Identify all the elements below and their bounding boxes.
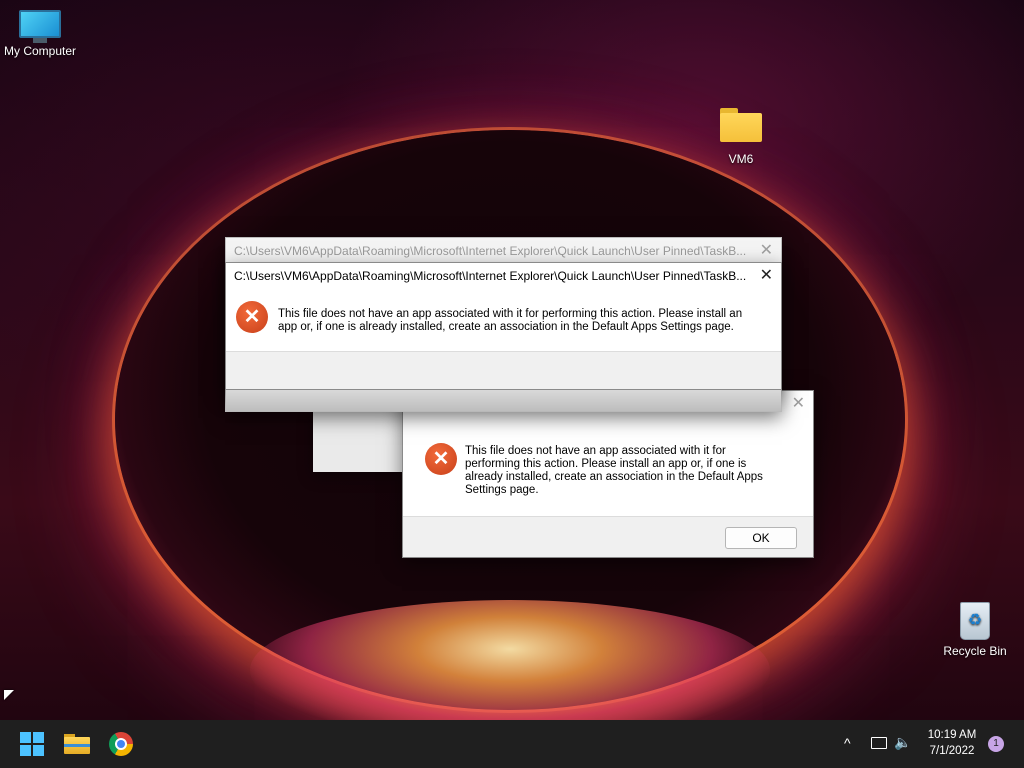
desktop-icon-recycle-bin[interactable]: ♻ Recycle Bin xyxy=(935,598,1015,658)
dialog-title: C:\Users\VM6\AppData\Roaming\Microsoft\I… xyxy=(234,269,747,283)
chrome-icon[interactable] xyxy=(109,732,133,756)
message-dialog-lower: ✕ ✕ This file does not have an app assoc… xyxy=(402,390,814,558)
notification-badge[interactable]: 1 xyxy=(988,736,1004,752)
tray-chevron-icon[interactable]: ^ xyxy=(844,735,851,751)
dialog-back-footer xyxy=(226,390,781,411)
clock-time: 10:19 AM xyxy=(927,729,977,741)
network-icon[interactable] xyxy=(871,737,887,749)
windows-start-icon[interactable] xyxy=(20,732,44,756)
ghost-window-trail xyxy=(313,410,405,472)
monitor-icon xyxy=(19,10,61,43)
recycle-bin-icon: ♻ xyxy=(957,598,993,640)
mouse-cursor xyxy=(4,690,14,700)
dialog-footer: OK xyxy=(403,516,813,557)
close-icon[interactable]: ✕ xyxy=(760,263,773,289)
close-icon[interactable]: ✕ xyxy=(792,393,805,415)
folder-icon xyxy=(720,108,762,142)
desktop-icon-label: VM6 xyxy=(728,152,754,166)
dialog-message: This file does not have an app associate… xyxy=(465,445,763,496)
ok-button[interactable]: OK xyxy=(725,527,797,549)
message-dialog-front: C:\Users\VM6\AppData\Roaming\Microsoft\I… xyxy=(225,262,782,390)
desktop-icon-my-computer[interactable]: My Computer xyxy=(0,10,80,58)
desktop-icon-label: My Computer xyxy=(3,44,77,58)
error-icon: ✕ xyxy=(236,301,268,333)
volume-icon[interactable]: 🔈 xyxy=(894,734,911,751)
clock-date: 7/1/2022 xyxy=(929,745,975,757)
dialog-title: C:\Users\VM6\AppData\Roaming\Microsoft\I… xyxy=(234,244,747,258)
error-icon: ✕ xyxy=(425,443,457,475)
close-icon[interactable]: ✕ xyxy=(760,238,773,264)
dialog-footer xyxy=(226,351,781,389)
clock[interactable]: 10:19 AM 7/1/2022 xyxy=(920,727,984,759)
desktop-icon-vm6[interactable]: VM6 xyxy=(701,108,781,166)
file-explorer-icon[interactable] xyxy=(64,734,90,754)
dialog-message: This file does not have an app associate… xyxy=(278,308,743,333)
desktop-icon-label: Recycle Bin xyxy=(943,644,1007,658)
